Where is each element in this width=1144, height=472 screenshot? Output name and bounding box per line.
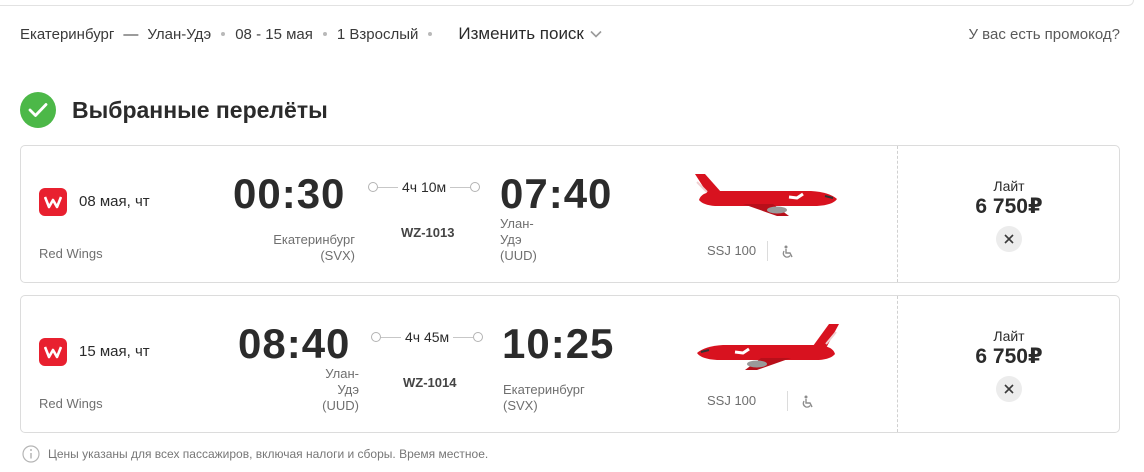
departure-place: Улан- Удэ (UUD) xyxy=(235,366,359,414)
airline-name: Red Wings xyxy=(39,246,103,261)
arrival-code: (UUD) xyxy=(500,248,537,263)
change-search-label: Изменить поиск xyxy=(458,24,584,43)
chevron-down-icon xyxy=(590,30,602,38)
aircraft-type: SSJ 100 xyxy=(707,243,757,258)
price-note-text: Цены указаны для всех пассажиров, включа… xyxy=(48,447,489,461)
arrival-code: (SVX) xyxy=(503,398,538,413)
departure-city: Екатеринбург xyxy=(273,232,355,247)
price-note: Цены указаны для всех пассажиров, включа… xyxy=(22,445,488,463)
origin-dot xyxy=(368,182,378,192)
airline-logo-icon xyxy=(39,188,67,216)
flight-card: 08 мая, чт Red Wings 00:30 Екатеринбург … xyxy=(20,145,1120,283)
aircraft-separator xyxy=(767,241,768,261)
airplane-image xyxy=(695,174,837,216)
close-icon xyxy=(1004,384,1014,394)
remove-flight-button[interactable] xyxy=(996,226,1022,252)
aircraft-type: SSJ 100 xyxy=(707,393,757,408)
search-dates: 08 - 15 мая xyxy=(235,25,313,43)
aircraft-separator xyxy=(787,391,788,411)
arrival-time: 07:40 xyxy=(500,170,613,217)
flight-duration: 4ч 45м xyxy=(405,329,450,345)
arrival-place: Улан- Удэ (UUD) xyxy=(500,216,537,264)
flight-number: WZ-1013 xyxy=(401,225,455,240)
airplane-image xyxy=(697,324,839,370)
route-line: 4ч 10м xyxy=(368,178,481,196)
destination-dot xyxy=(473,332,484,342)
flight-date: 15 мая, чт xyxy=(79,343,150,360)
fare-type: Лайт xyxy=(993,328,1025,344)
top-border xyxy=(0,0,1134,6)
separator-dot xyxy=(221,32,226,36)
route-from: Екатеринбург xyxy=(20,25,115,43)
flight-price: 6 750₽ xyxy=(975,345,1043,368)
route-line: 4ч 45м xyxy=(371,328,484,346)
promo-code-link[interactable]: У вас есть промокод? xyxy=(968,26,1120,43)
route-dash: — xyxy=(123,25,139,43)
departure-place: Екатеринбург (SVX) xyxy=(235,232,355,264)
arrival-city: Екатеринбург xyxy=(503,382,585,397)
remove-flight-button[interactable] xyxy=(996,376,1022,402)
arrival-city-cont: Удэ xyxy=(500,232,522,247)
departure-time: 08:40 xyxy=(238,320,351,367)
route-to: Улан-Удэ xyxy=(147,25,212,43)
departure-code: (UUD) xyxy=(322,398,359,413)
fare-type: Лайт xyxy=(993,178,1025,194)
separator-dot xyxy=(322,32,327,36)
section-title: Выбранные перелёты xyxy=(72,96,328,123)
departure-city: Улан- xyxy=(325,366,359,381)
arrival-city: Улан- xyxy=(500,216,534,231)
wheelchair-icon xyxy=(782,245,793,258)
departure-time: 00:30 xyxy=(233,170,346,217)
wheelchair-icon xyxy=(802,395,813,408)
search-summary-bar: Екатеринбург — Улан-Удэ 08 - 15 мая 1 Вз… xyxy=(20,22,1120,46)
separator-dot xyxy=(428,32,433,36)
flight-price: 6 750₽ xyxy=(975,195,1043,218)
flight-duration: 4ч 10м xyxy=(402,179,447,195)
close-icon xyxy=(1004,234,1014,244)
arrival-time: 10:25 xyxy=(502,320,615,367)
info-icon xyxy=(22,445,40,463)
airline-name: Red Wings xyxy=(39,396,103,411)
change-search-button[interactable]: Изменить поиск xyxy=(458,24,602,44)
flight-date: 08 мая, чт xyxy=(79,193,150,210)
search-passengers: 1 Взрослый xyxy=(336,25,419,43)
departure-code: (SVX) xyxy=(320,248,355,263)
arrival-place: Екатеринбург (SVX) xyxy=(503,382,585,414)
check-icon xyxy=(20,92,56,128)
origin-dot xyxy=(371,332,381,342)
airline-logo-icon xyxy=(39,338,67,366)
departure-city-cont: Удэ xyxy=(337,382,359,397)
destination-dot xyxy=(470,182,481,192)
section-header: Выбранные перелёты xyxy=(20,92,328,128)
flight-number: WZ-1014 xyxy=(403,375,457,390)
flight-card: 15 мая, чт Red Wings 08:40 Улан- Удэ (UU… xyxy=(20,295,1120,433)
